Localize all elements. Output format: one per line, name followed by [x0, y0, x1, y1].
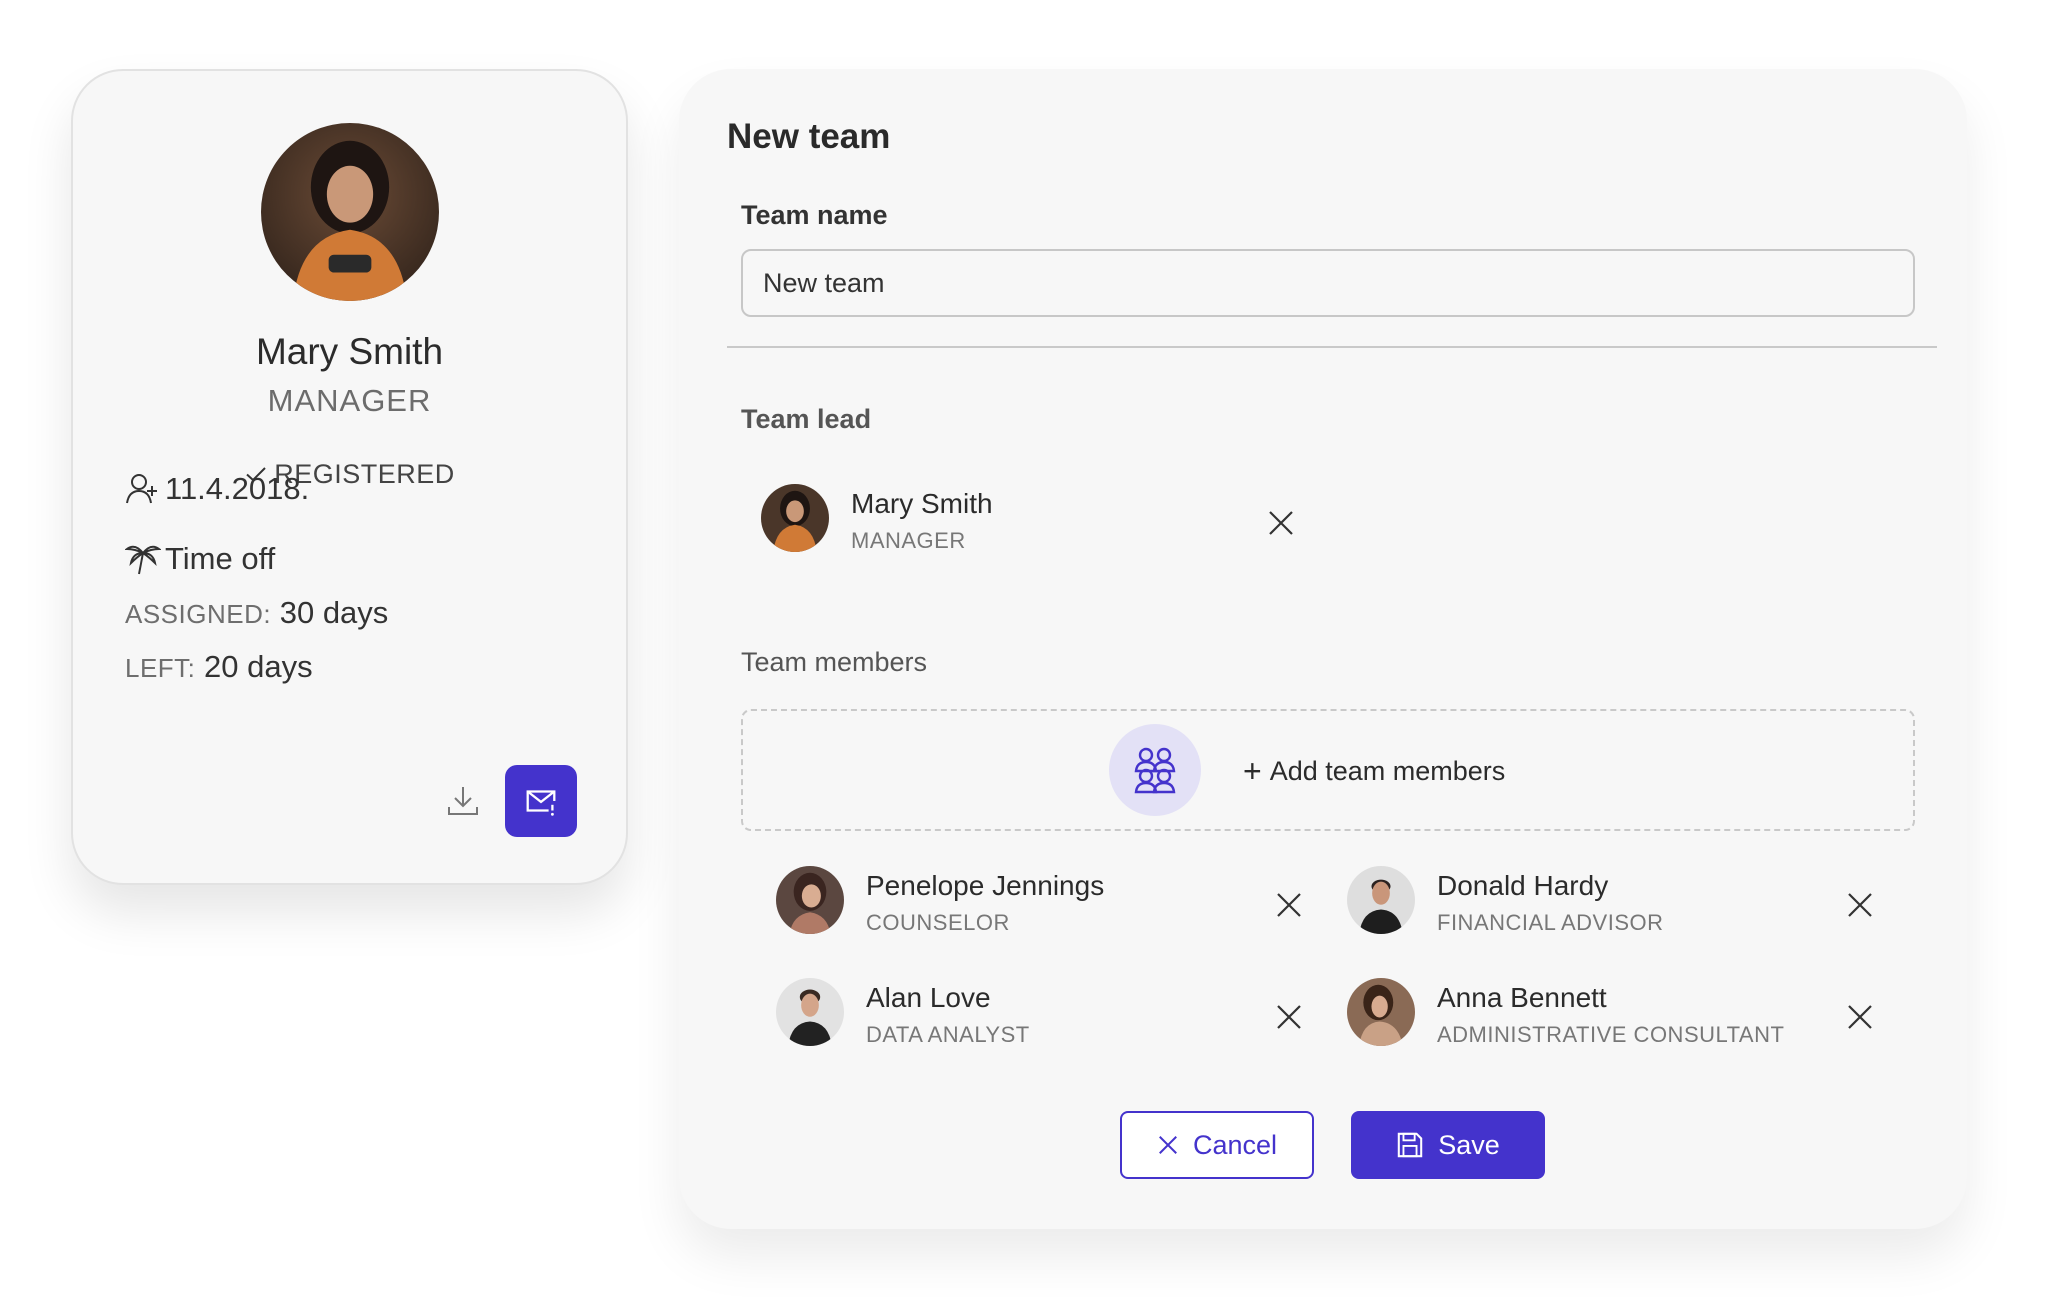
avatar	[776, 866, 844, 934]
member-role: FINANCIAL ADVISOR	[1437, 910, 1664, 935]
team-lead-name: Mary Smith	[851, 488, 993, 519]
member-name: Donald Hardy	[1437, 870, 1609, 901]
assigned-value: 30 days	[279, 595, 389, 630]
remove-member-button[interactable]	[1844, 889, 1876, 921]
left-row: LEFT: 20 days	[125, 649, 313, 685]
left-label: LEFT:	[125, 653, 196, 683]
avatar	[776, 978, 844, 1046]
group-icon-circle	[1109, 724, 1201, 816]
add-team-members-zone[interactable]: + Add team members	[741, 709, 1915, 831]
time-off-title: Time off	[165, 541, 276, 576]
team-lead-item: Mary Smith MANAGER	[761, 484, 1321, 554]
save-button[interactable]: Save	[1351, 1111, 1545, 1179]
team-name-label: Team name	[741, 200, 888, 230]
assigned-label: ASSIGNED:	[125, 599, 272, 629]
new-team-panel: New team Team name Team lead Mary Smith …	[679, 69, 1967, 1229]
team-members-label: Team members	[741, 647, 928, 677]
remove-member-button[interactable]	[1844, 1001, 1876, 1033]
mail-icon	[526, 790, 556, 816]
member-role: COUNSELOR	[866, 910, 1010, 935]
left-value: 20 days	[204, 649, 313, 684]
remove-team-lead-button[interactable]	[1265, 507, 1297, 539]
send-mail-button[interactable]	[505, 765, 577, 837]
avatar	[761, 484, 829, 552]
add-team-members-button[interactable]: + Add team members	[1243, 753, 1505, 790]
download-icon	[448, 787, 478, 815]
team-name-input[interactable]	[741, 249, 1915, 317]
member-item: Penelope Jennings COUNSELOR	[776, 866, 1256, 936]
member-role: DATA ANALYST	[866, 1022, 1030, 1047]
profile-avatar	[261, 123, 439, 301]
profile-card: Mary Smith MANAGER REGISTERED 11.4.2018.…	[71, 69, 628, 885]
download-button[interactable]	[443, 781, 483, 821]
cancel-label: Cancel	[1192, 1129, 1278, 1160]
profile-role: MANAGER	[267, 383, 432, 418]
member-item: Donald Hardy FINANCIAL ADVISOR	[1347, 866, 1827, 936]
save-icon	[1397, 1132, 1423, 1158]
user-plus-icon	[126, 474, 157, 504]
remove-member-button[interactable]	[1273, 889, 1305, 921]
member-item: Alan Love DATA ANALYST	[776, 978, 1256, 1048]
member-name: Penelope Jennings	[866, 870, 1105, 901]
member-name: Alan Love	[866, 982, 991, 1013]
registered-date-row: 11.4.2018.	[125, 471, 309, 507]
member-item: Anna Bennett ADMINISTRATIVE CONSULTANT	[1347, 978, 1827, 1048]
avatar	[1347, 978, 1415, 1046]
remove-member-button[interactable]	[1273, 1001, 1305, 1033]
plus-icon: +	[1243, 753, 1262, 789]
group-icon	[1134, 747, 1176, 794]
cancel-button[interactable]: Cancel	[1120, 1111, 1314, 1179]
team-lead-role: MANAGER	[851, 528, 966, 553]
member-role: ADMINISTRATIVE CONSULTANT	[1437, 1022, 1785, 1047]
avatar	[1347, 866, 1415, 934]
team-lead-label: Team lead	[741, 404, 872, 434]
member-name: Anna Bennett	[1437, 982, 1607, 1013]
divider	[727, 346, 1937, 348]
profile-name: Mary Smith	[255, 331, 444, 372]
close-icon	[1159, 1136, 1177, 1154]
palm-tree-icon	[125, 545, 161, 575]
panel-title: New team	[727, 117, 891, 156]
assigned-row: ASSIGNED: 30 days	[125, 595, 388, 631]
add-team-members-label: Add team members	[1269, 756, 1506, 786]
time-off-heading: Time off	[125, 541, 275, 577]
registered-date: 11.4.2018.	[165, 471, 310, 506]
save-label: Save	[1438, 1129, 1500, 1160]
